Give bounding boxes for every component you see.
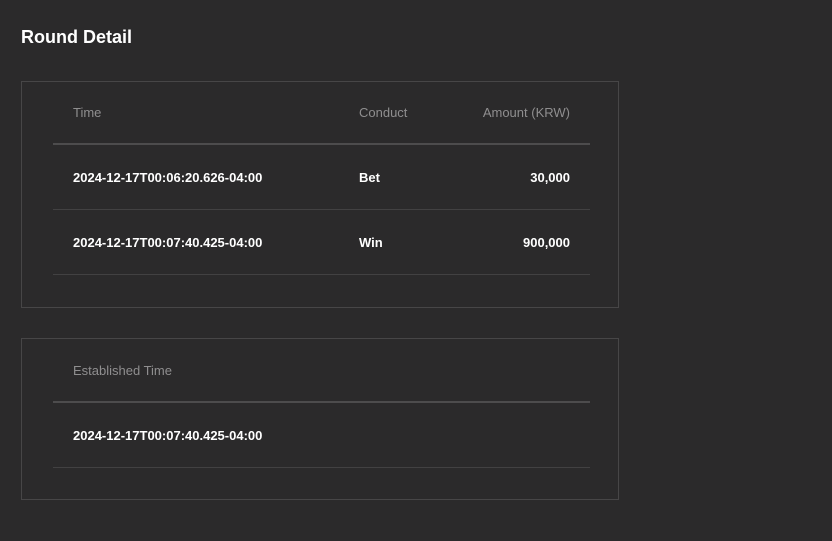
table-row: 2024-12-17T00:07:40.425-04:00 (53, 403, 590, 468)
column-header-time: Time (73, 105, 102, 120)
round-transactions-card: Time Conduct Amount (KRW) 2024-12-17T00:… (21, 81, 619, 308)
page-title: Round Detail (21, 27, 132, 47)
column-header-amount: Amount (KRW) (482, 105, 570, 120)
row-amount: 900,000 (523, 234, 570, 250)
round-transactions-table: Time Conduct Amount (KRW) 2024-12-17T00:… (53, 82, 590, 275)
row-conduct: Win (359, 234, 383, 250)
row-time: 2024-12-17T00:06:20.626-04:00 (73, 169, 263, 185)
table-header: Time Conduct Amount (KRW) (53, 82, 590, 145)
table-row: 2024-12-17T00:07:40.425-04:00 Win 900,00… (53, 210, 590, 275)
established-time-value: 2024-12-17T00:07:40.425-04:00 (73, 427, 263, 443)
column-header-established-time: Established Time (73, 362, 172, 378)
row-conduct: Bet (359, 169, 380, 185)
table-header: Established Time (53, 339, 590, 403)
column-header-conduct: Conduct (359, 105, 408, 120)
established-time-table: Established Time 2024-12-17T00:07:40.425… (53, 339, 590, 468)
table-row: 2024-12-17T00:06:20.626-04:00 Bet 30,000 (53, 145, 590, 210)
row-amount: 30,000 (530, 169, 570, 185)
row-time: 2024-12-17T00:07:40.425-04:00 (73, 234, 263, 250)
established-time-card: Established Time 2024-12-17T00:07:40.425… (21, 338, 619, 500)
